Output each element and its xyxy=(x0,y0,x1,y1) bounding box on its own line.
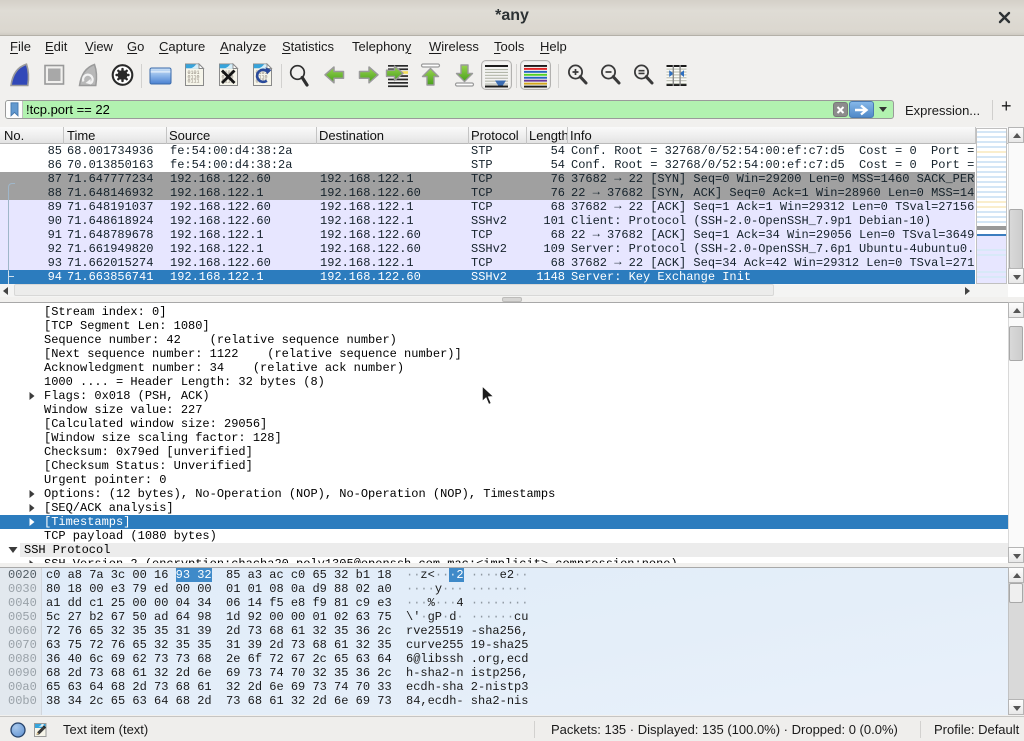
svg-text:0111: 0111 xyxy=(188,79,200,85)
